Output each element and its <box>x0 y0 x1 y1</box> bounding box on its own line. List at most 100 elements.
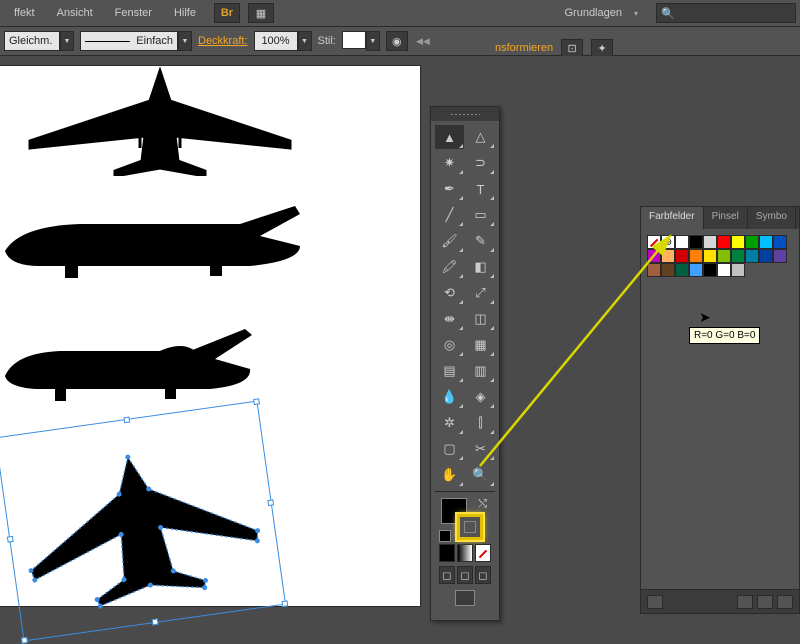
opacity-value[interactable]: 100% <box>254 31 298 51</box>
swatch-cell[interactable] <box>675 263 689 277</box>
search-input[interactable]: 🔍 <box>656 3 796 23</box>
swatch-cell[interactable] <box>689 235 703 249</box>
swatch-cell[interactable] <box>661 249 675 263</box>
rotate-tool[interactable]: ⟲ <box>435 281 464 305</box>
swatch-cell[interactable] <box>745 235 759 249</box>
transform-label[interactable]: nsformieren <box>495 42 553 54</box>
brush-definition-combo[interactable]: Einfach <box>80 31 178 51</box>
tab-brushes[interactable]: Pinsel <box>704 207 748 229</box>
swatch-cell[interactable] <box>745 249 759 263</box>
menu-help[interactable]: Hilfe <box>164 3 206 23</box>
swatch-cell[interactable] <box>703 263 717 277</box>
swatch-cell[interactable] <box>731 249 745 263</box>
eraser-tool[interactable]: ◧ <box>466 255 495 279</box>
swatch-cell[interactable] <box>773 235 787 249</box>
swatch-libraries-button[interactable] <box>647 595 663 609</box>
blob-brush-tool[interactable]: 🖍 <box>435 255 464 279</box>
tab-swatches[interactable]: Farbfelder <box>641 207 704 229</box>
pen-tool[interactable]: ✒ <box>435 177 464 201</box>
isolate-button[interactable]: ⊡ <box>561 39 583 57</box>
scale-tool[interactable]: ⤢ <box>466 281 495 305</box>
screen-mode-button[interactable] <box>455 590 475 606</box>
graphic-style-swatch[interactable] <box>342 31 366 49</box>
chevron-down-icon[interactable]: ▼ <box>178 31 192 51</box>
tab-symbols[interactable]: Symbo <box>748 207 796 229</box>
swatch-cell[interactable] <box>759 235 773 249</box>
swatch-cell[interactable] <box>731 263 745 277</box>
stroke-color-box[interactable] <box>457 514 483 540</box>
menu-effect[interactable]: ffekt <box>4 3 45 23</box>
bridge-button[interactable]: Br <box>214 3 240 23</box>
menu-window[interactable]: Fenster <box>105 3 162 23</box>
perspective-tool[interactable]: ▦ <box>466 333 495 357</box>
none-mode-button[interactable] <box>475 544 491 562</box>
workspace-switcher[interactable]: Grundlagen ▾ <box>552 4 644 22</box>
width-tool[interactable]: ⇼ <box>435 307 464 331</box>
new-swatch-button[interactable] <box>757 595 773 609</box>
artboard[interactable] <box>0 66 420 606</box>
eyedropper-tool[interactable]: 💧 <box>435 385 464 409</box>
rectangle-tool[interactable]: ▭ <box>466 203 495 227</box>
swatch-cell[interactable] <box>675 235 689 249</box>
stroke-profile-combo[interactable]: Gleichm. <box>4 31 60 51</box>
swatches-panel[interactable]: Farbfelder Pinsel Symbo ⊕ ➤ R=0 G=0 B=0 <box>640 206 800 614</box>
hand-tool[interactable]: ✋ <box>435 463 464 487</box>
chevron-down-icon[interactable]: ▼ <box>366 31 380 51</box>
swatch-cell[interactable] <box>661 263 675 277</box>
symbol-sprayer-tool[interactable]: ✲ <box>435 411 464 435</box>
swatch-cell[interactable] <box>717 235 731 249</box>
draw-normal-button[interactable]: ◻ <box>439 566 455 584</box>
collapse-icon[interactable]: ◀◀ <box>414 31 432 51</box>
color-mode-button[interactable] <box>439 544 455 562</box>
draw-inside-button[interactable]: ◻ <box>475 566 491 584</box>
zoom-tool[interactable]: 🔍 <box>466 463 495 487</box>
chevron-down-icon[interactable]: ▼ <box>298 31 312 51</box>
delete-swatch-button[interactable] <box>777 595 793 609</box>
swatch-cell[interactable] <box>773 249 787 263</box>
fill-stroke-controls[interactable]: ⤭ <box>435 496 495 542</box>
swap-fill-stroke-icon[interactable]: ⤭ <box>478 498 487 511</box>
swatch-cell[interactable] <box>717 263 731 277</box>
swatch-cell[interactable] <box>689 263 703 277</box>
swatch-cell[interactable] <box>703 249 717 263</box>
swatch-cell[interactable] <box>647 249 661 263</box>
swatch-grid[interactable]: ⊕ <box>647 235 793 277</box>
mesh-tool[interactable]: ▤ <box>435 359 464 383</box>
swatch-options-button[interactable] <box>737 595 753 609</box>
chevron-down-icon[interactable]: ▼ <box>60 31 74 51</box>
swatch-cell[interactable] <box>703 235 717 249</box>
lasso-tool[interactable]: ⊃ <box>466 151 495 175</box>
swatch-cell[interactable] <box>675 249 689 263</box>
line-tool[interactable]: ╱ <box>435 203 464 227</box>
tools-panel[interactable]: ▲ △ ✷ ⊃ ✒ T ╱ ▭ 🖌 ✎ 🖍 ◧ ⟲ ⤢ ⇼ ◫ ◎ ▦ ▤ ▥ … <box>430 106 500 621</box>
graph-tool[interactable]: ⫿ <box>466 411 495 435</box>
arrange-docs-button[interactable]: ▦ <box>248 3 274 23</box>
direct-selection-tool[interactable]: △ <box>466 125 495 149</box>
menu-view[interactable]: Ansicht <box>47 3 103 23</box>
slice-tool[interactable]: ✂ <box>466 437 495 461</box>
artboard-tool[interactable]: ▢ <box>435 437 464 461</box>
opacity-label[interactable]: Deckkraft: <box>198 35 248 47</box>
align-button[interactable]: ✦ <box>591 39 613 57</box>
blend-tool[interactable]: ◈ <box>466 385 495 409</box>
draw-behind-button[interactable]: ◻ <box>457 566 473 584</box>
swatch-cell[interactable] <box>731 235 745 249</box>
swatch-cell[interactable] <box>689 249 703 263</box>
swatch-registration[interactable]: ⊕ <box>661 235 675 249</box>
pencil-tool[interactable]: ✎ <box>466 229 495 253</box>
selection-tool[interactable]: ▲ <box>435 125 464 149</box>
recolor-artwork-button[interactable]: ◉ <box>386 31 408 51</box>
swatch-cell[interactable] <box>759 249 773 263</box>
swatch-cell[interactable] <box>717 249 731 263</box>
default-fill-stroke-icon[interactable] <box>439 530 451 542</box>
paintbrush-tool[interactable]: 🖌 <box>435 229 464 253</box>
gradient-mode-button[interactable] <box>457 544 473 562</box>
free-transform-tool[interactable]: ◫ <box>466 307 495 331</box>
shape-builder-tool[interactable]: ◎ <box>435 333 464 357</box>
panel-grip[interactable] <box>431 107 499 121</box>
swatch-cell[interactable] <box>647 263 661 277</box>
type-tool[interactable]: T <box>466 177 495 201</box>
gradient-tool[interactable]: ▥ <box>466 359 495 383</box>
magic-wand-tool[interactable]: ✷ <box>435 151 464 175</box>
swatch-none[interactable] <box>647 235 661 249</box>
